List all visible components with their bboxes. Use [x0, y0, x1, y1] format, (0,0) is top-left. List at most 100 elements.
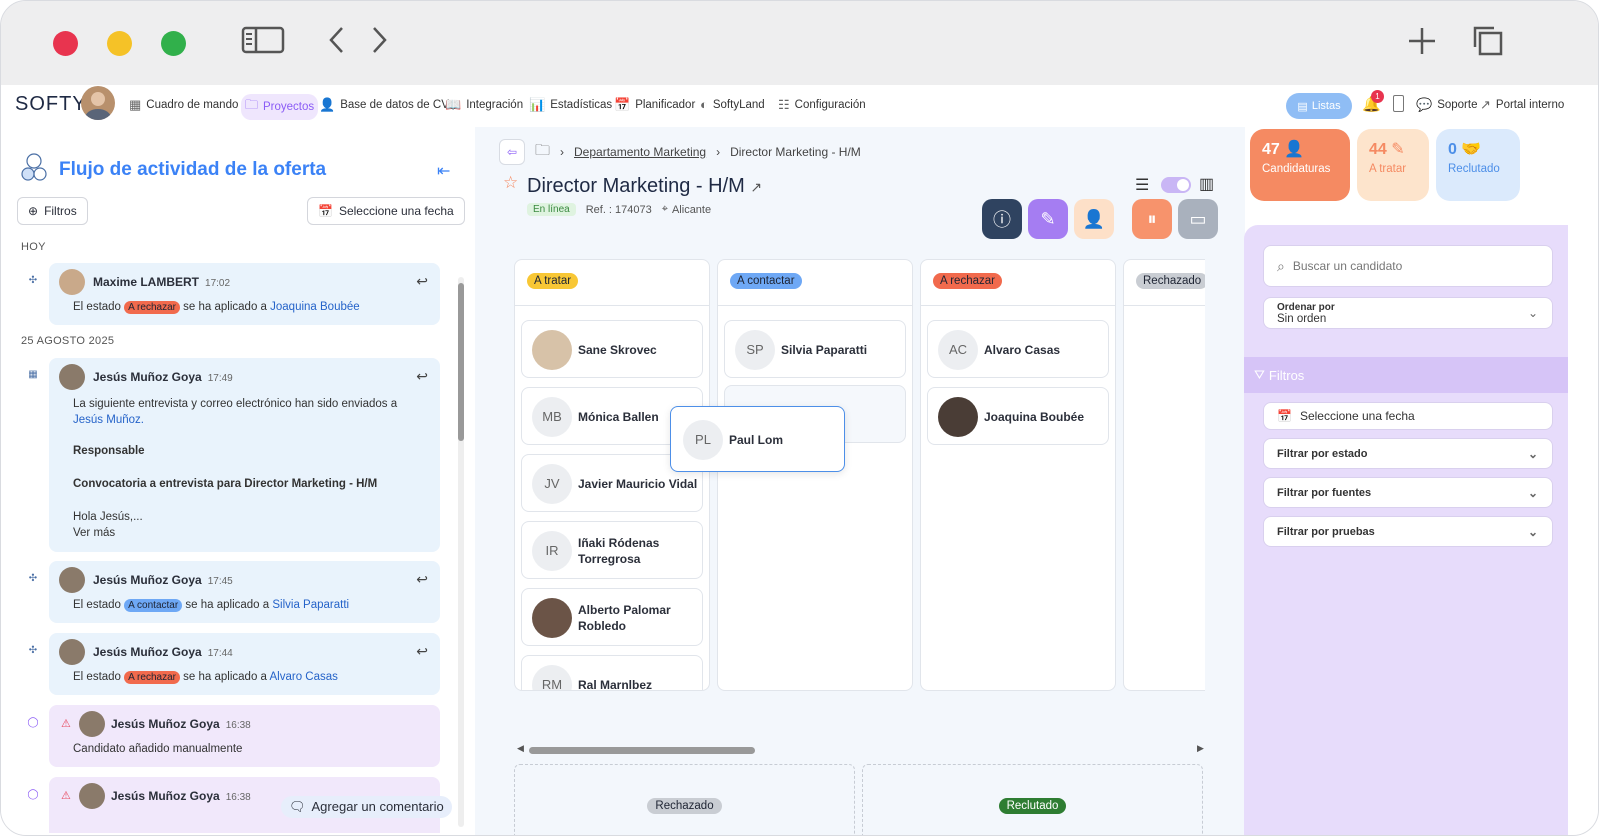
scroll-thumb[interactable]: [458, 283, 464, 441]
stat-reclutado[interactable]: 0 🤝 Reclutado: [1436, 129, 1520, 201]
search-candidate-input[interactable]: ⌕ Buscar un candidato: [1263, 245, 1553, 287]
folder-icon[interactable]: 🗀: [535, 140, 550, 165]
scroll-left-icon[interactable]: ◀: [517, 743, 524, 754]
avatar: [59, 269, 85, 295]
section-today: HOY: [21, 241, 46, 253]
filters-button[interactable]: ⊕ Filtros: [17, 197, 88, 225]
candidate-initials: MB: [532, 397, 572, 437]
lists-button[interactable]: ▤ Listas: [1286, 93, 1352, 119]
order-select[interactable]: Ordenar por Sin orden ⌄: [1263, 297, 1553, 329]
breadcrumb-separator: ›: [716, 145, 721, 159]
reply-icon[interactable]: ↩: [416, 368, 428, 385]
filters-title: Filtros: [1268, 367, 1305, 383]
breadcrumb-department[interactable]: Departamento Marketing: [574, 145, 706, 159]
column-a-rechazar: A rechazar AC Alvaro Casas Joaquina Boub…: [920, 259, 1116, 691]
nav-support[interactable]: 💬 Soporte: [1416, 97, 1477, 113]
scroll-thumb[interactable]: [529, 747, 755, 754]
candidate-initials: IR: [532, 531, 572, 571]
back-icon[interactable]: [327, 25, 347, 64]
dropzone-reclutado[interactable]: Reclutado: [862, 764, 1203, 835]
close-window-button[interactable]: [53, 31, 78, 56]
dropzone-rechazado[interactable]: Rechazado: [514, 764, 855, 835]
candidate-link[interactable]: Joaquina Boubée: [270, 301, 360, 313]
candidate-card[interactable]: Joaquina Boubée: [927, 387, 1109, 445]
candidate-card[interactable]: AC Alvaro Casas: [927, 320, 1109, 378]
nav-projects[interactable]: 🗀 Proyectos: [241, 94, 319, 120]
kanban-view-icon[interactable]: ▥: [1199, 174, 1214, 194]
reply-icon[interactable]: ↩: [416, 571, 428, 588]
entry-time: 17:45: [207, 576, 233, 587]
copy-icon[interactable]: [1472, 25, 1504, 66]
dropzone-label: Reclutado: [998, 798, 1067, 814]
add-candidate-button[interactable]: 👤: [1074, 199, 1114, 239]
filter-label: Filtrar por pruebas: [1277, 525, 1375, 538]
maximize-window-button[interactable]: [161, 31, 186, 56]
edit-button[interactable]: ✎: [1028, 199, 1068, 239]
see-more-link[interactable]: Ver más: [73, 527, 115, 539]
add-comment-button[interactable]: 🗨 Agregar un comentario: [281, 796, 452, 818]
nav-dashboard[interactable]: ▦ Cuadro de mando: [129, 97, 238, 113]
filter-by-state[interactable]: Filtrar por estado ⌄: [1263, 438, 1553, 469]
candidate-card[interactable]: Sane Skrovec: [521, 320, 703, 378]
external-link-icon[interactable]: ↗: [750, 179, 762, 195]
view-toggle[interactable]: [1161, 177, 1191, 193]
nav-integration[interactable]: 📖 Integración: [445, 97, 523, 113]
nav-softyland[interactable]: ◐ SoftyLand: [700, 97, 765, 112]
recipient-link[interactable]: Jesús Muñoz.: [73, 414, 144, 426]
nav-planner[interactable]: 📅 Planificador: [614, 97, 695, 113]
scroll-right-icon[interactable]: ▶: [1197, 743, 1204, 754]
activity-scrollbar[interactable]: [458, 277, 464, 827]
dragging-candidate-card[interactable]: PL Paul Lom: [670, 406, 845, 472]
user-avatar[interactable]: [81, 86, 115, 120]
archive-button[interactable]: ▭: [1178, 199, 1218, 239]
nav-cv-database[interactable]: 👤 Base de datos de CV: [319, 97, 449, 113]
folder-icon: 🗀: [245, 97, 259, 112]
sidebar-icon[interactable]: [241, 25, 285, 64]
support-icon: 💬: [1416, 97, 1433, 112]
status-change-icon: ✣: [28, 275, 38, 286]
minimize-window-button[interactable]: [107, 31, 132, 56]
stat-number: 44: [1369, 141, 1387, 158]
section-date: 25 AGOSTO 2025: [21, 335, 115, 347]
candidate-photo: [532, 330, 572, 370]
back-arrow-icon[interactable]: ⇦: [499, 139, 525, 165]
info-button[interactable]: ⓘ: [982, 199, 1022, 239]
list-view-icon[interactable]: ☰: [1135, 175, 1149, 195]
stat-candidaturas[interactable]: 47 👤 Candidaturas: [1250, 129, 1350, 201]
chevron-down-icon: ⌄: [1527, 446, 1538, 461]
user-icon: 👤: [1284, 141, 1305, 158]
status-badge: A rechazar: [124, 671, 180, 684]
logo[interactable]: SOFTY: [15, 93, 87, 116]
interview-subject: Convocatoria a entrevista para Director …: [73, 478, 378, 490]
reply-icon[interactable]: ↩: [416, 643, 428, 660]
entry-text: se ha aplicado a: [183, 301, 267, 313]
top-nav: SOFTY ▦ Cuadro de mando 🗀 Proyectos 👤 Base …: [1, 85, 1598, 125]
candidate-card[interactable]: IR Iñaki Ródenas Torregrosa: [521, 521, 703, 579]
mobile-icon[interactable]: [1393, 95, 1404, 112]
plus-icon[interactable]: [1406, 25, 1438, 66]
date-picker-button[interactable]: 📅 Seleccione una fecha: [307, 197, 465, 225]
filter-by-source[interactable]: Filtrar por fuentes ⌄: [1263, 477, 1553, 508]
stat-a-tratar[interactable]: 44 ✎ A tratar: [1357, 129, 1429, 201]
nav-label: Integración: [466, 99, 524, 111]
board-horizontal-scrollbar[interactable]: ◀ ▶: [513, 743, 1204, 755]
candidate-link[interactable]: Silvia Paparatti: [272, 599, 349, 611]
star-icon[interactable]: ☆: [503, 173, 518, 193]
forward-icon[interactable]: [369, 25, 389, 64]
chevron-down-icon: ⌄: [1527, 524, 1538, 539]
collapse-panel-icon[interactable]: ⇤: [437, 161, 450, 181]
candidate-card[interactable]: RM Ral Marnlbez: [521, 655, 703, 690]
online-badge: En línea: [527, 203, 576, 216]
author-name: Jesús Muñoz Goya: [111, 789, 220, 803]
nav-internal-portal[interactable]: ↗ Portal interno: [1480, 97, 1564, 113]
reply-icon[interactable]: ↩: [416, 273, 428, 290]
nav-settings[interactable]: ☷ Configuración: [778, 97, 866, 113]
filter-date-button[interactable]: 📅 Seleccione una fecha: [1263, 402, 1553, 430]
column-a-contactar: A contactar SP Silvia Paparatti: [717, 259, 913, 691]
pause-button[interactable]: ⏸: [1132, 199, 1172, 239]
candidate-card[interactable]: Alberto Palomar Robledo: [521, 588, 703, 646]
nav-statistics[interactable]: 📊 Estadísticas: [529, 97, 612, 113]
candidate-card[interactable]: SP Silvia Paparatti: [724, 320, 906, 378]
filter-by-tests[interactable]: Filtrar por pruebas ⌄: [1263, 516, 1553, 547]
candidate-link[interactable]: Alvaro Casas: [270, 671, 338, 683]
